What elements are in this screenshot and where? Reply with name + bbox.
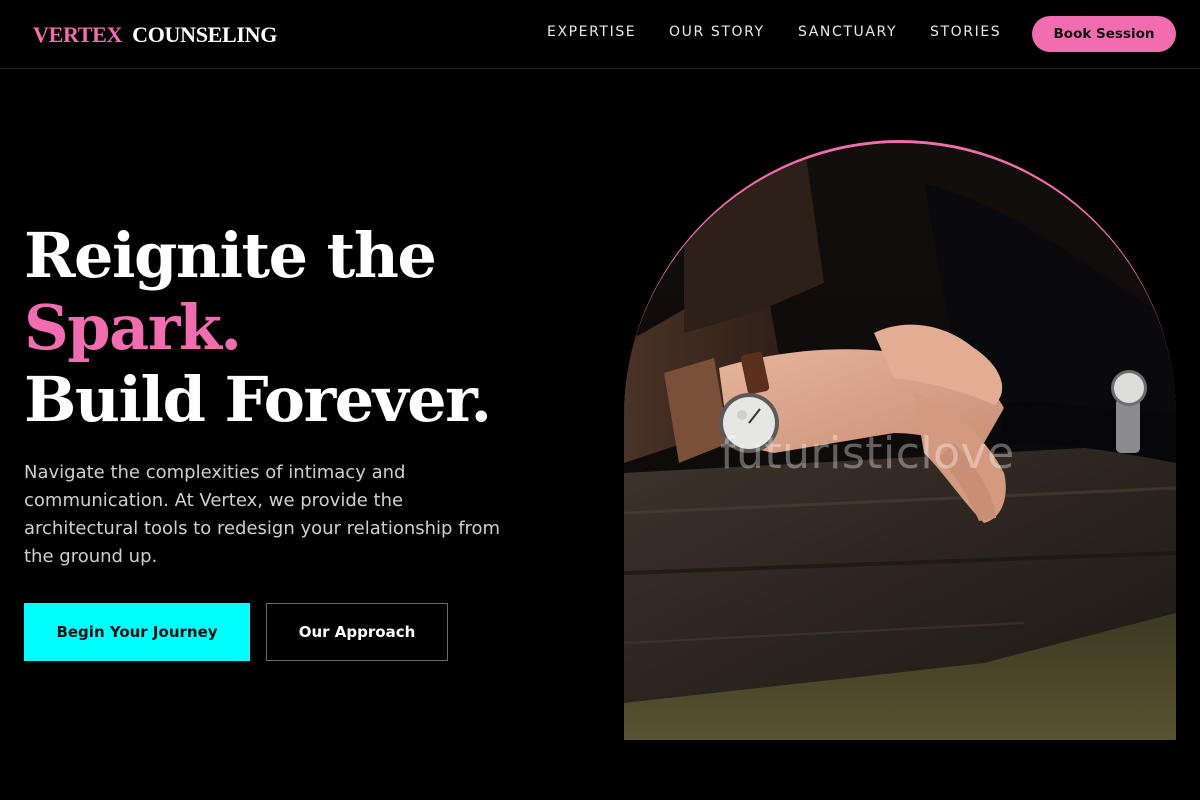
- headline-line-3: Build Forever.: [24, 363, 492, 436]
- image-watermark: futuristiclove: [720, 428, 1015, 479]
- hero-image-arch: futuristiclove: [624, 140, 1176, 740]
- headline-line-2-accent: Spark.: [24, 291, 242, 364]
- nav-link-sanctuary[interactable]: SANCTUARY: [798, 24, 897, 40]
- headline-line-1: Reignite the: [24, 219, 437, 292]
- site-header: VERTEX COUNSELING EXPERTISE OUR STORY SAN…: [0, 0, 1200, 69]
- nav-link-our-story[interactable]: OUR STORY: [669, 24, 765, 40]
- hero-description: Navigate the complexities of intimacy an…: [24, 462, 501, 567]
- hero-headline: Reignite the Spark. Build Forever.: [24, 220, 584, 436]
- our-approach-button[interactable]: Our Approach: [266, 603, 448, 661]
- nav-link-expertise[interactable]: EXPERTISE: [547, 24, 636, 40]
- book-session-button[interactable]: Book Session: [1032, 16, 1176, 52]
- brand-logo[interactable]: VERTEX COUNSELING: [33, 22, 277, 48]
- brand-name-vertex: VERTEX: [33, 22, 123, 47]
- brand-name-counseling: COUNSELING: [132, 22, 278, 47]
- nav-link-stories[interactable]: STORIES: [930, 24, 1001, 40]
- begin-journey-button[interactable]: Begin Your Journey: [24, 603, 250, 661]
